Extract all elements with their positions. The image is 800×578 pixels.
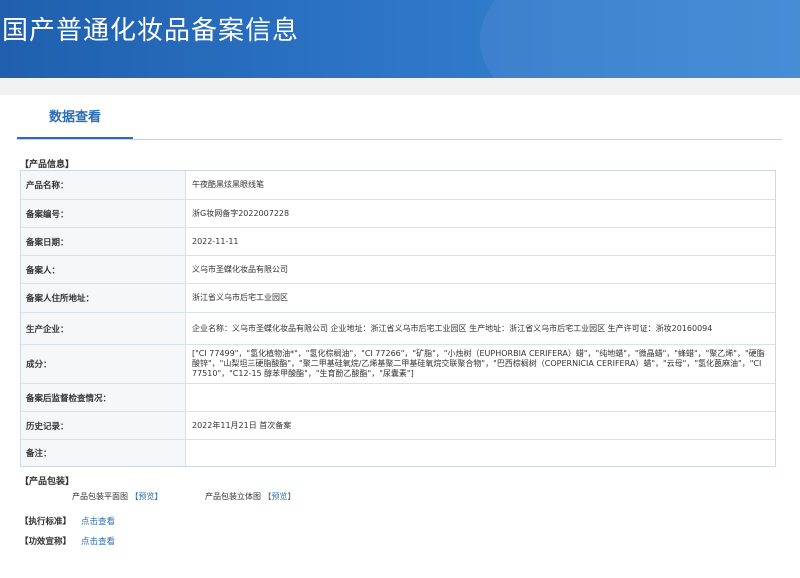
packaging-item-3d: 产品包装立体图 【预览】 [205, 491, 296, 502]
row-label: 备案编号： [21, 200, 186, 227]
packaging-item-label: 产品包装立体图 [205, 492, 261, 501]
table-row: 生产企业： 企业名称：义乌市圣蝶化妆品有限公司 企业地址：浙江省义乌市后宅工业园… [21, 313, 775, 345]
table-row: 备案日期： 2022-11-11 [21, 228, 775, 256]
row-label: 备案人住所地址： [21, 284, 186, 312]
table-row: 备案后监督检查情况： [21, 384, 775, 412]
claims-view-link[interactable]: 点击查看 [81, 537, 115, 547]
row-label: 备案日期： [21, 228, 186, 255]
row-value: 午夜酷黑炫黑眼线笔 [192, 180, 264, 189]
preview-link[interactable]: 【预览】 [264, 492, 296, 501]
standards-row: 【执行标准】 点击查看 [20, 515, 115, 527]
table-row: 历史记录： 2022年11月21日 首次备案 [21, 412, 775, 440]
table-row: 备案编号： 浙G妆网备字2022007228 [21, 200, 775, 228]
row-value [186, 440, 775, 466]
row-label: 备案后监督检查情况： [21, 384, 186, 411]
header-banner: 国产普通化妆品备案信息 [0, 0, 800, 78]
row-label: 备注： [21, 440, 186, 466]
section-title-product-info: 【产品信息】 [20, 160, 75, 170]
table-row: 备注： [21, 440, 775, 466]
standards-view-link[interactable]: 点击查看 [81, 517, 115, 527]
packaging-item-flat: 产品包装平面图 【预览】 [72, 491, 163, 502]
row-label: 生产企业： [21, 313, 186, 344]
packaging-item-label: 产品包装平面图 [72, 492, 128, 501]
claims-title: 【功效宣称】 [20, 537, 72, 547]
tab-bar: 数据查看 [17, 95, 782, 140]
standards-title: 【执行标准】 [20, 517, 72, 527]
row-value: 义乌市圣蝶化妆品有限公司 [192, 264, 288, 274]
product-info-table: 产品名称： 午夜酷黑炫黑眼线笔 备案编号： 浙G妆网备字2022007228 备… [20, 170, 776, 467]
row-value: 2022-11-11 [192, 236, 239, 246]
row-label: 产品名称： [21, 171, 186, 199]
section-title-packaging: 【产品包装】 [20, 477, 75, 487]
claims-row: 【功效宣称】 点击查看 [20, 535, 115, 547]
table-row: 产品名称： 午夜酷黑炫黑眼线笔 [21, 171, 775, 200]
preview-link[interactable]: 【预览】 [131, 492, 163, 501]
table-row: 备案人： 义乌市圣蝶化妆品有限公司 [21, 256, 775, 284]
row-value: 浙江省义乌市后宅工业园区 [192, 293, 288, 302]
row-value: 浙G妆网备字2022007228 [192, 208, 290, 218]
table-row: 备案人住所地址： 浙江省义乌市后宅工业园区 [21, 284, 775, 313]
row-value: ["CI 77499"，"氢化植物油*"，"氢化棕榈油"，"CI 77266"，… [192, 349, 765, 378]
row-label: 成分： [21, 345, 186, 383]
row-value: 企业名称：义乌市圣蝶化妆品有限公司 企业地址：浙江省义乌市后宅工业园区 生产地址… [192, 323, 713, 333]
row-value: 2022年11月21日 首次备案 [192, 420, 292, 430]
row-label: 备案人： [21, 256, 186, 283]
page-title: 国产普通化妆品备案信息 [2, 16, 300, 46]
row-value [186, 384, 775, 411]
row-label: 历史记录： [21, 412, 186, 439]
tab-data-view[interactable]: 数据查看 [17, 95, 133, 139]
table-row: 成分： ["CI 77499"，"氢化植物油*"，"氢化棕榈油"，"CI 772… [21, 345, 775, 384]
